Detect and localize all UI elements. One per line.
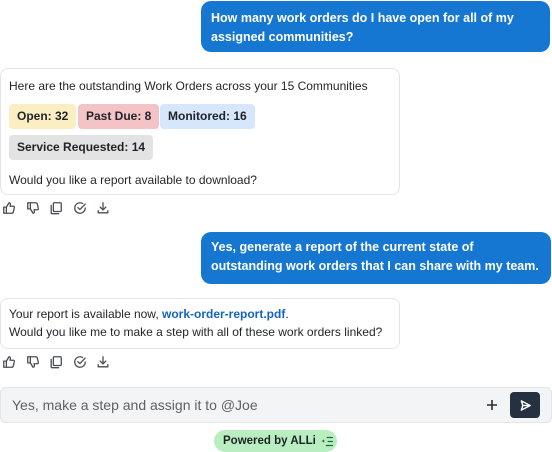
message-composer xyxy=(0,387,552,423)
open-count-chip: Open: 32 xyxy=(9,104,77,129)
check-circle-icon[interactable] xyxy=(72,200,88,216)
add-attachment-button[interactable] xyxy=(483,396,501,414)
check-circle-icon[interactable] xyxy=(72,354,88,370)
copy-icon[interactable] xyxy=(48,354,64,370)
report-ready-line: Your report is available now, work-order… xyxy=(9,305,289,323)
monitored-count-chip: Monitored: 16 xyxy=(160,104,255,129)
message-actions xyxy=(1,200,119,216)
assistant-message-intro: Here are the outstanding Work Orders acr… xyxy=(9,79,368,93)
report-ready-suffix: . xyxy=(285,307,289,321)
past-due-count-chip: Past Due: 8 xyxy=(78,104,160,129)
assistant-message: Your report is available now, work-order… xyxy=(0,298,400,349)
powered-by-text: Powered by ALLi xyxy=(223,435,316,447)
user-message-text: Yes, generate a report of the current st… xyxy=(211,240,539,273)
send-icon xyxy=(520,399,531,411)
sparkle-list-icon xyxy=(321,436,333,446)
assistant-message: Here are the outstanding Work Orders acr… xyxy=(0,68,400,195)
download-icon[interactable] xyxy=(95,354,111,370)
powered-by-badge: Powered by ALLi xyxy=(214,430,337,452)
user-message: How many work orders do I have open for … xyxy=(201,1,550,52)
user-message: Yes, generate a report of the current st… xyxy=(201,232,551,284)
thumbs-up-icon[interactable] xyxy=(1,354,17,370)
plus-icon xyxy=(487,400,497,410)
thumbs-down-icon[interactable] xyxy=(25,354,41,370)
report-ready-text: Your report is available now, xyxy=(9,307,162,321)
assistant-message-question: Would you like a report available to dow… xyxy=(9,173,257,187)
message-input[interactable] xyxy=(12,395,452,415)
thumbs-up-icon[interactable] xyxy=(1,200,17,216)
thumbs-down-icon[interactable] xyxy=(25,200,41,216)
copy-icon[interactable] xyxy=(48,200,64,216)
service-requested-count-chip: Service Requested: 14 xyxy=(9,135,154,160)
send-button[interactable] xyxy=(510,392,540,418)
download-icon[interactable] xyxy=(95,200,111,216)
report-download-link[interactable]: work-order-report.pdf xyxy=(162,307,285,321)
assistant-message-question: Would you like me to make a step with al… xyxy=(9,325,383,339)
user-message-text: How many work orders do I have open for … xyxy=(211,11,514,44)
message-actions xyxy=(1,354,119,370)
